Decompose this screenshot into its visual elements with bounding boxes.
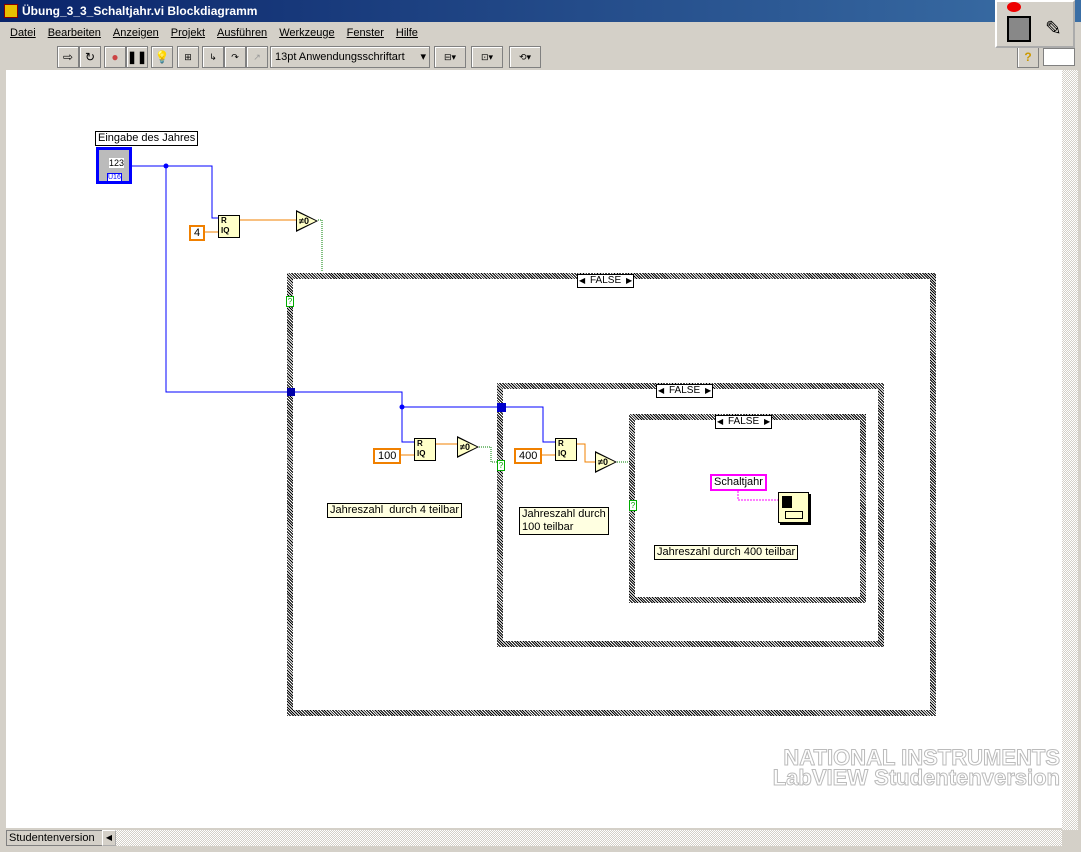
case-selector-terminal[interactable]: ? — [629, 500, 637, 511]
ni-watermark: NATIONAL INSTRUMENTS LabVIEW Studentenve… — [765, 745, 1060, 790]
string-constant[interactable]: Schaltjahr — [710, 474, 767, 491]
case-selector-terminal[interactable]: ? — [286, 296, 294, 307]
wire-year-to-divide400 — [402, 406, 555, 443]
quotient-remainder-node[interactable]: R IQ — [218, 215, 240, 238]
year-control-terminal[interactable]: 123 U16 — [96, 147, 132, 184]
terminal-value: 123 — [109, 158, 125, 168]
constant-4[interactable]: 4 — [189, 225, 206, 241]
watermark-text: NATIONAL INSTRUMENTS LabVIEW Studentenve… — [772, 745, 1060, 790]
comment-div100[interactable]: Jahreszahl durch 100 teilbar — [519, 507, 609, 535]
one-button-dialog-icon[interactable] — [778, 492, 809, 523]
wire-year-to-divide4 — [132, 165, 218, 219]
constant-400[interactable]: 400 — [514, 448, 543, 464]
node-label: R IQ — [417, 439, 426, 458]
control-label: Eingabe des Jahres — [95, 131, 199, 146]
vertical-scrollbar[interactable] — [1062, 70, 1078, 830]
status-bar: Studentenversion — [6, 830, 116, 846]
node-label: R IQ — [221, 216, 230, 235]
tunnel — [497, 403, 506, 412]
tunnel — [287, 388, 295, 396]
constant-100[interactable]: 100 — [373, 448, 402, 464]
horizontal-scrollbar[interactable] — [116, 830, 1062, 846]
case-selector-terminal[interactable]: ? — [497, 460, 505, 471]
wires — [132, 163, 778, 501]
scroll-left-icon[interactable]: ◀ — [102, 830, 116, 846]
node-label: R IQ — [558, 439, 567, 458]
comment-div400[interactable]: Jahreszahl durch 400 teilbar — [654, 545, 799, 560]
wire-junction — [163, 163, 169, 169]
terminal-type: U16 — [107, 173, 122, 182]
quotient-remainder-node[interactable]: R IQ — [414, 438, 436, 461]
quotient-remainder-node[interactable]: R IQ — [555, 438, 577, 461]
comment-div4[interactable]: Jahreszahl durch 4 teilbar — [327, 503, 463, 518]
wire-junction — [399, 404, 405, 410]
